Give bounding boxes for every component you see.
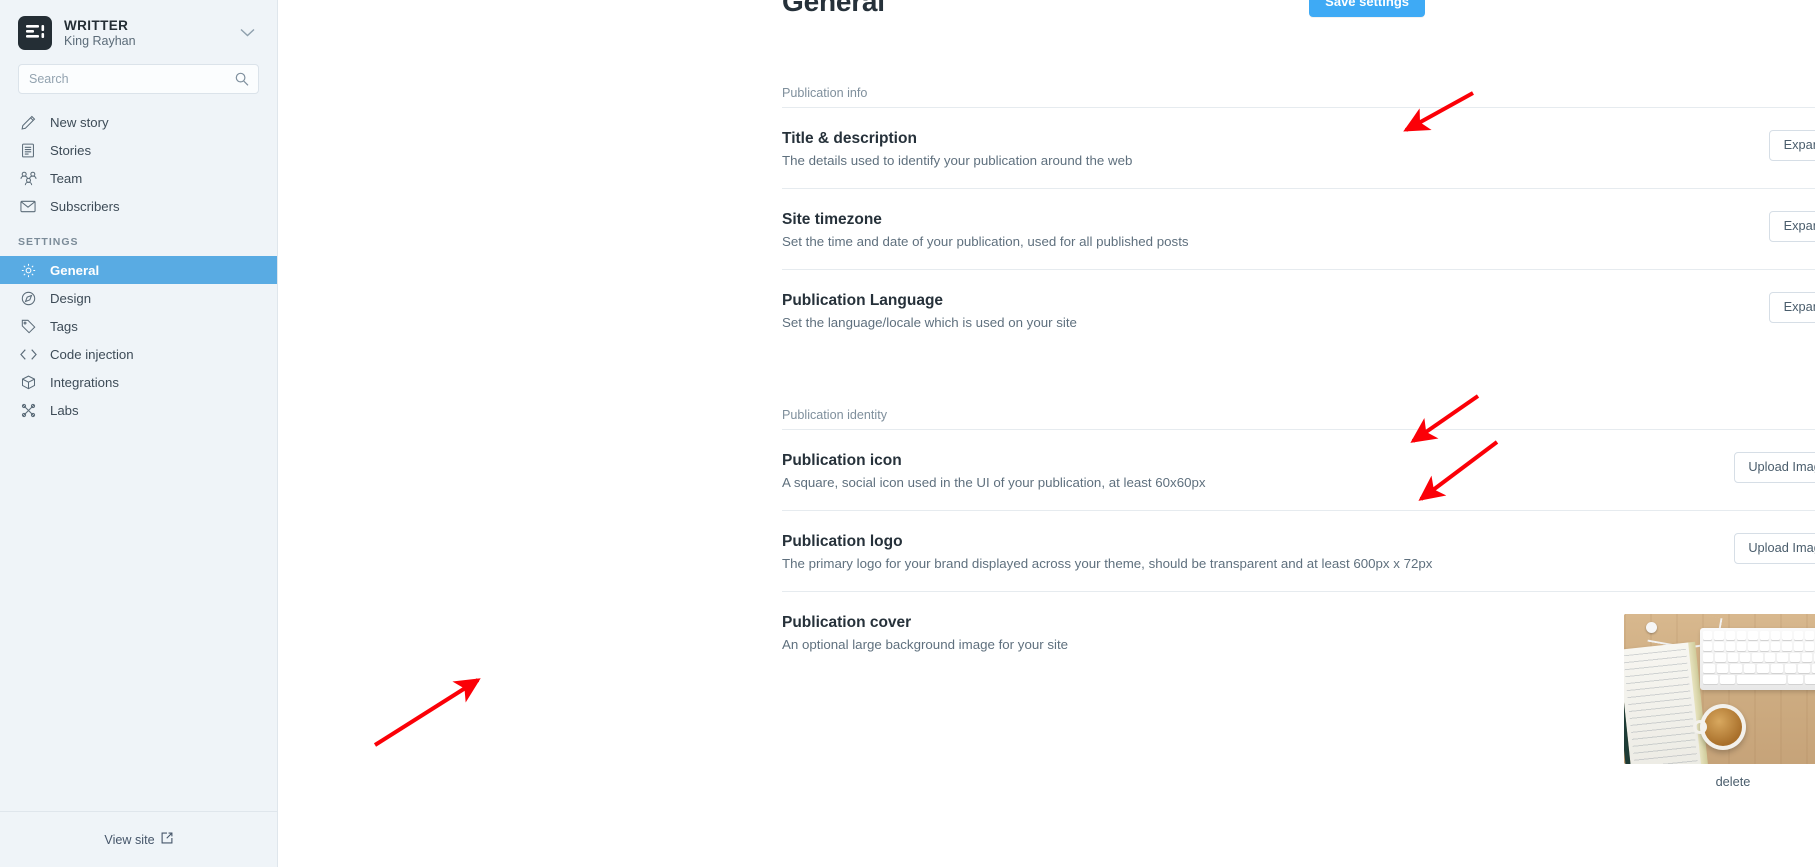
section-label: Publication identity <box>782 408 1815 430</box>
external-link-icon <box>161 832 173 847</box>
sidebar-item-general[interactable]: General <box>0 256 277 284</box>
setting-row-publication-cover: Publication cover An optional large back… <box>782 592 1815 809</box>
setting-title: Site timezone <box>782 211 882 228</box>
gear-icon <box>18 263 38 278</box>
setting-description: A square, social icon used in the UI of … <box>782 475 1206 490</box>
delete-cover-button[interactable]: delete <box>1716 774 1751 789</box>
setting-text: Publication cover An optional large back… <box>782 614 1092 652</box>
sidebar-item-label: Subscribers <box>50 198 120 214</box>
sidebar-item-tags[interactable]: Tags <box>0 312 277 340</box>
box-icon <box>18 375 38 390</box>
view-site-link[interactable]: View site <box>0 811 277 867</box>
code-icon <box>18 348 38 361</box>
setting-title: Publication Language <box>782 292 944 309</box>
labs-icon <box>18 403 38 418</box>
sidebar-item-integrations[interactable]: Integrations <box>0 368 277 396</box>
setting-text: Site timezone Set the time and date of y… <box>782 211 1213 249</box>
setting-description: The primary logo for your brand displaye… <box>782 556 1433 571</box>
search-container <box>0 64 277 94</box>
primary-nav: New story Stories Team Subscribers SETTI… <box>0 108 277 424</box>
upload-image-button-publication-logo[interactable]: Upload Image <box>1734 533 1815 564</box>
setting-row-publication-logo: Publication logo The primary logo for yo… <box>782 511 1815 592</box>
search-input[interactable] <box>19 65 258 93</box>
publication-cover-preview: delete <box>1624 614 1815 789</box>
sidebar-item-stories[interactable]: Stories <box>0 136 277 164</box>
sidebar-item-label: Stories <box>50 142 92 158</box>
notebook <box>1624 641 1709 764</box>
setting-row-site-timezone: Site timezone Set the time and date of y… <box>782 189 1815 270</box>
expand-button-site-timezone[interactable]: Expand <box>1768 211 1815 242</box>
setting-title: Title & description <box>782 130 917 147</box>
setting-description: The details used to identify your public… <box>782 153 1133 168</box>
app-logo-icon <box>18 16 52 50</box>
sidebar-item-label: Tags <box>50 318 78 334</box>
expand-button-publication-language[interactable]: Expand <box>1768 292 1815 323</box>
sidebar-item-new-story[interactable]: New story <box>0 108 277 136</box>
sidebar-item-label: Labs <box>50 402 79 418</box>
settings-content: Publication info Title & description The… <box>782 0 1815 809</box>
keyboard <box>1700 628 1815 690</box>
sidebar-item-team[interactable]: Team <box>0 164 277 192</box>
sidebar-item-subscribers[interactable]: Subscribers <box>0 192 277 220</box>
sidebar-item-label: New story <box>50 114 109 130</box>
pencil-icon <box>18 115 38 130</box>
settings-list: Title & description The details used to … <box>782 108 1815 350</box>
chevron-down-icon[interactable] <box>240 24 259 42</box>
setting-title: Publication cover <box>782 614 912 631</box>
view-site-label: View site <box>104 832 155 847</box>
sidebar-item-labs[interactable]: Labs <box>0 396 277 424</box>
section-label: Publication info <box>782 86 1815 108</box>
coffee-cup <box>1693 704 1746 750</box>
expand-button-title-description[interactable]: Expand <box>1768 130 1815 161</box>
main-content: General Save settings Publication info T… <box>278 0 1815 867</box>
sidebar-item-label: Design <box>50 290 92 306</box>
compass-icon <box>18 291 38 306</box>
setting-row-publication-icon: Publication icon A square, social icon u… <box>782 430 1815 511</box>
upload-image-button-publication-icon[interactable]: Upload Image <box>1734 452 1815 483</box>
tag-icon <box>18 319 38 334</box>
sidebar-item-label: General <box>50 262 100 278</box>
setting-text: Publication icon A square, social icon u… <box>782 452 1230 490</box>
app-root: WRITTER King Rayhan Search New story Sto… <box>0 0 1815 867</box>
setting-title: Publication icon <box>782 452 902 469</box>
section-publication-info: Publication info Title & description The… <box>782 86 1815 350</box>
settings-list: Publication icon A square, social icon u… <box>782 430 1815 809</box>
document-icon <box>18 143 38 158</box>
setting-title: Publication logo <box>782 533 903 550</box>
team-icon <box>18 171 38 186</box>
brand-subtitle: King Rayhan <box>64 34 136 49</box>
setting-row-publication-language: Publication Language Set the language/lo… <box>782 270 1815 350</box>
setting-text: Publication logo The primary logo for yo… <box>782 533 1456 571</box>
search-icon <box>235 72 249 86</box>
earbud-left <box>1646 622 1657 633</box>
envelope-icon <box>18 200 38 213</box>
sidebar: WRITTER King Rayhan Search New story Sto… <box>0 0 278 867</box>
brand-title: WRITTER <box>64 17 129 33</box>
arrow-to-publication-cover <box>373 678 481 747</box>
setting-description: Set the time and date of your publicatio… <box>782 234 1189 249</box>
sidebar-item-code-injection[interactable]: Code injection <box>0 340 277 368</box>
setting-description: An optional large background image for y… <box>782 637 1069 652</box>
setting-text: Publication Language Set the language/lo… <box>782 292 1101 330</box>
section-publication-identity: Publication identity Publication icon A … <box>782 408 1815 809</box>
setting-text: Title & description The details used to … <box>782 130 1156 168</box>
sidebar-section-label: SETTINGS <box>18 236 79 248</box>
publication-switcher[interactable]: WRITTER King Rayhan <box>0 0 277 62</box>
sidebar-item-label: Code injection <box>50 346 134 362</box>
setting-description: Set the language/locale which is used on… <box>782 315 1077 330</box>
search-box[interactable] <box>18 64 259 94</box>
sidebar-item-label: Team <box>50 170 83 186</box>
sidebar-item-label: Integrations <box>50 374 119 390</box>
cover-thumbnail-image[interactable] <box>1624 614 1815 764</box>
setting-row-title-description: Title & description The details used to … <box>782 108 1815 189</box>
sidebar-item-design[interactable]: Design <box>0 284 277 312</box>
